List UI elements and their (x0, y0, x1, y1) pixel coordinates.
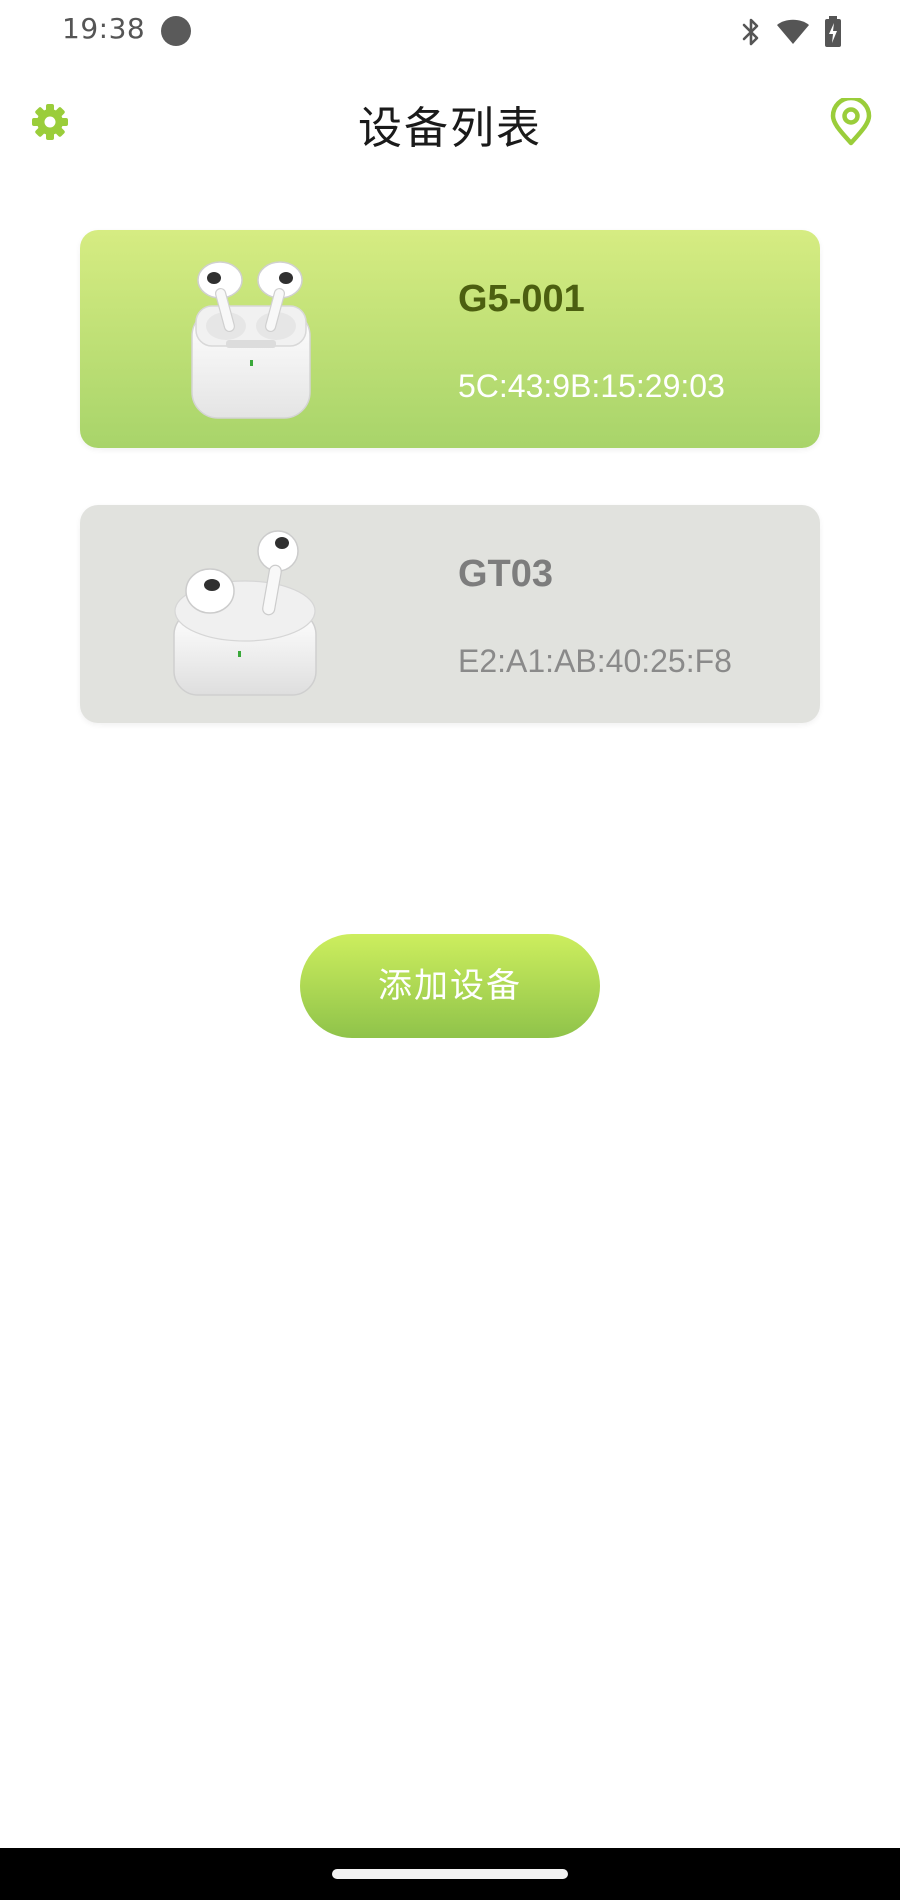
device-list-screen: 19:38 设备列表 G5-001 5C:43:9B:15:29:03 GT03… (0, 0, 900, 1900)
device-name: G5-001 (458, 278, 585, 320)
earbuds-case-image (191, 261, 311, 419)
device-card-g5-001[interactable]: G5-001 5C:43:9B:15:29:03 (80, 230, 820, 448)
notification-dot-icon (161, 16, 191, 46)
wifi-icon (777, 19, 809, 44)
earbuds-case-image (173, 530, 317, 696)
status-time: 19:38 (62, 12, 146, 45)
status-bar: 19:38 (0, 0, 900, 64)
device-mac-address: 5C:43:9B:15:29:03 (458, 368, 725, 404)
add-device-button[interactable]: 添加设备 (300, 934, 600, 1038)
device-name: GT03 (458, 553, 554, 595)
system-navigation-bar (0, 1848, 900, 1900)
home-gesture-handle[interactable] (332, 1869, 568, 1879)
location-pin-icon[interactable] (828, 98, 874, 146)
page-title: 设备列表 (358, 103, 542, 154)
battery-icon (825, 16, 841, 47)
app-header: 设备列表 (0, 80, 900, 164)
device-card-gt03[interactable]: GT03 E2:A1:AB:40:25:F8 (80, 505, 820, 723)
bluetooth-icon (742, 18, 759, 46)
status-icons (740, 14, 842, 50)
device-mac-address: E2:A1:AB:40:25:F8 (458, 643, 732, 679)
